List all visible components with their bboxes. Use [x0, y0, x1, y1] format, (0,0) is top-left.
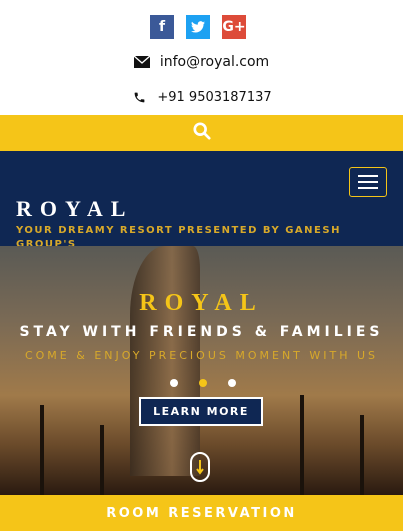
slider-dot[interactable] — [170, 379, 178, 387]
phone-text[interactable]: +91 9503187137 — [157, 90, 271, 105]
slider-dot[interactable] — [228, 379, 236, 387]
search-bar[interactable] — [0, 115, 403, 151]
slider-dots — [170, 379, 236, 387]
hero-subtitle: STAY WITH FRIENDS & FAMILIES — [19, 324, 384, 340]
phone-icon — [131, 89, 147, 105]
hero-title: ROYAL — [139, 290, 264, 316]
hero-slider: ROYAL STAY WITH FRIENDS & FAMILIES COME … — [0, 246, 403, 495]
palm-silhouette — [360, 415, 364, 495]
hero-tagline: COME & ENJOY PRECIOUS MOMENT WITH US — [24, 349, 379, 362]
slider-dot-active[interactable] — [199, 379, 207, 387]
facebook-icon[interactable]: f — [150, 15, 174, 39]
top-contact-bar: f G+ info@royal.com +91 9503187137 — [0, 0, 403, 115]
google-plus-icon[interactable]: G+ — [222, 15, 246, 39]
brand-tagline: YOUR DREAMY RESORT PRESENTED BY GANESH G… — [16, 225, 341, 246]
main-navbar: ROYAL YOUR DREAMY RESORT PRESENTED BY GA… — [0, 151, 403, 246]
learn-more-button[interactable]: LEARN MORE — [139, 397, 263, 426]
brand-logo[interactable]: ROYAL — [16, 196, 133, 222]
room-reservation-button[interactable]: ROOM RESERVATION — [0, 495, 403, 531]
envelope-icon — [133, 54, 150, 70]
palm-silhouette — [100, 425, 104, 495]
social-links: f G+ — [150, 15, 246, 39]
search-icon[interactable] — [192, 122, 211, 144]
menu-icon[interactable] — [349, 167, 387, 197]
twitter-icon[interactable] — [186, 15, 210, 39]
palm-silhouette — [300, 395, 304, 495]
email-text[interactable]: info@royal.com — [160, 54, 269, 70]
email-row: info@royal.com — [0, 54, 403, 70]
scroll-down-icon[interactable] — [190, 452, 210, 482]
palm-silhouette — [40, 405, 44, 495]
phone-row: +91 9503187137 — [0, 89, 403, 105]
